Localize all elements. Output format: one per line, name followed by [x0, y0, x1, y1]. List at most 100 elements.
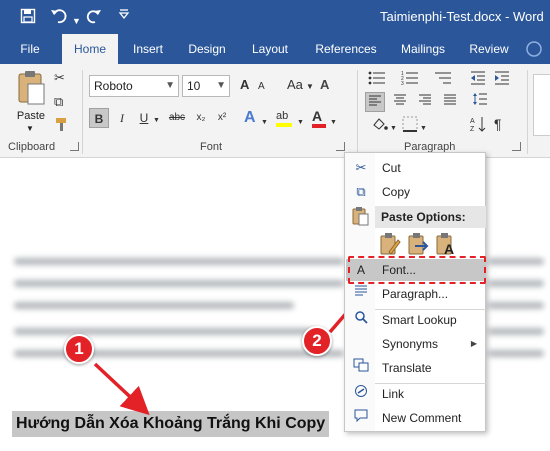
font-size-value: 10 [187, 79, 201, 93]
menu-item-synonyms-label: Synonyms [382, 337, 439, 351]
selected-heading-text[interactable]: Hướng Dẫn Xóa Khoảng Trắng Khi Copy [12, 411, 330, 437]
font-color-icon[interactable]: A [312, 108, 326, 128]
paragraph-launcher-icon[interactable] [512, 142, 521, 151]
show-formatting-icon[interactable]: ¶ [494, 116, 502, 132]
bullets-icon[interactable] [368, 70, 386, 90]
tab-design[interactable]: Design [180, 34, 234, 64]
font-size-select[interactable]: 10 ▼ [182, 75, 230, 97]
justify-button[interactable] [440, 92, 460, 112]
tab-more[interactable] [518, 34, 550, 64]
menu-item-synonyms[interactable]: Synonyms ▶ [346, 333, 485, 355]
borders-icon[interactable] [402, 116, 418, 136]
menu-item-smart-lookup-label: Smart Lookup [382, 313, 457, 327]
menu-item-copy-label: Copy [382, 185, 411, 199]
blurred-text-line [14, 280, 344, 287]
tab-file[interactable]: File [10, 34, 50, 64]
superscript-button[interactable]: x² [212, 108, 232, 128]
paste-merge-formatting-icon[interactable] [407, 232, 429, 256]
numbering-icon[interactable]: 123 [401, 70, 419, 90]
styles-gallery[interactable] [533, 74, 550, 136]
menu-item-link[interactable]: Link [346, 383, 485, 405]
paste-options-icon [351, 206, 369, 228]
paste-button[interactable]: Paste ▼ [14, 70, 48, 136]
sort-icon[interactable]: AZ [470, 116, 488, 136]
menu-item-smart-lookup[interactable]: Smart Lookup [346, 309, 485, 331]
blurred-text-line [488, 350, 544, 357]
paste-options-header: Paste Options: [375, 206, 486, 228]
menu-item-translate[interactable]: Translate [346, 357, 485, 379]
align-right-button[interactable] [415, 92, 435, 112]
paste-icon [18, 71, 45, 105]
tab-insert[interactable]: Insert [126, 34, 170, 64]
paste-keep-text-only-icon[interactable]: A [435, 232, 457, 257]
svg-text:3: 3 [401, 81, 404, 86]
highlight-icon[interactable]: ab [276, 108, 292, 127]
menu-item-translate-label: Translate [382, 361, 432, 375]
context-menu: ✂ Cut ⧉ Copy Paste Options: A A Font... … [344, 152, 486, 432]
copy-icon[interactable]: ⧉ [54, 94, 63, 110]
menu-item-paragraph[interactable]: Paragraph... [346, 283, 485, 305]
submenu-arrow-icon: ▶ [470, 339, 477, 348]
grow-font-icon[interactable]: A [240, 77, 249, 93]
tab-references[interactable]: References [306, 34, 386, 64]
chevron-down-icon: ▼ [306, 82, 314, 91]
menu-item-cut[interactable]: ✂ Cut [346, 157, 485, 179]
strikethrough-button[interactable]: abc [165, 108, 189, 128]
menu-item-new-comment-label: New Comment [382, 411, 462, 425]
align-center-button[interactable] [390, 92, 410, 112]
align-left-button[interactable] [365, 92, 385, 112]
menu-item-copy[interactable]: ⧉ Copy [346, 181, 485, 203]
font-name-select[interactable]: Roboto ▼ [89, 75, 179, 97]
blurred-text-line [14, 258, 344, 265]
paste-keep-source-formatting-icon[interactable] [379, 232, 401, 256]
tab-mailings[interactable]: Mailings [392, 34, 454, 64]
undo-icon[interactable] [50, 8, 70, 29]
font-launcher-icon[interactable] [336, 142, 345, 151]
multilevel-list-icon[interactable] [434, 70, 452, 90]
paragraph-icon [352, 283, 370, 305]
font-color-glyph: A [312, 108, 323, 124]
step-1-badge: 1 [64, 334, 94, 364]
highlight-swatch [276, 123, 292, 127]
tab-home[interactable]: Home [62, 34, 118, 65]
italic-button[interactable]: I [112, 108, 132, 128]
blurred-text-line [488, 328, 544, 335]
undo-dropdown-icon[interactable]: ▼ [72, 12, 81, 30]
translate-icon [352, 357, 370, 379]
line-spacing-button[interactable] [470, 92, 490, 112]
bold-button[interactable]: B [89, 108, 109, 128]
tab-layout[interactable]: Layout [244, 34, 296, 64]
decrease-indent-icon[interactable] [470, 70, 486, 90]
menu-item-new-comment[interactable]: New Comment [346, 407, 485, 429]
clipboard-launcher-icon[interactable] [70, 142, 79, 151]
divider [82, 70, 83, 154]
save-icon[interactable] [20, 8, 36, 29]
redo-icon[interactable] [86, 8, 102, 29]
ribbon-home: Paste ▼ ✂ ⧉ Clipboard Roboto ▼ 10 ▼ A A … [0, 64, 550, 158]
font-name-value: Roboto [94, 79, 133, 93]
clipboard-group-label: Clipboard [8, 141, 56, 153]
customize-toolbar-icon[interactable] [118, 8, 130, 27]
shading-icon[interactable] [371, 116, 389, 136]
chevron-down-icon: ▼ [297, 119, 304, 126]
font-color-swatch [312, 124, 326, 128]
document-title: Taimienphi-Test.docx - Word [380, 9, 544, 24]
increase-indent-icon[interactable] [494, 70, 510, 90]
chevron-down-icon: ▼ [420, 125, 427, 132]
change-case-icon[interactable]: Aa [287, 77, 303, 93]
clear-formatting-icon[interactable]: A [320, 77, 329, 93]
svg-text:A: A [470, 118, 475, 125]
tab-review[interactable]: Review [462, 34, 516, 64]
svg-text:Z: Z [470, 126, 475, 132]
blurred-text-line [488, 302, 544, 309]
chevron-down-icon: ▼ [390, 125, 397, 132]
cut-icon[interactable]: ✂ [54, 70, 65, 86]
subscript-button[interactable]: x₂ [191, 108, 211, 128]
chevron-down-icon: ▼ [330, 119, 337, 126]
underline-button[interactable]: U [134, 108, 154, 128]
format-painter-icon[interactable] [54, 116, 70, 136]
font-group-label: Font [200, 141, 223, 153]
shrink-font-icon[interactable]: A [258, 79, 265, 95]
text-effects-icon[interactable]: A [244, 110, 256, 126]
chevron-down-icon: ▼ [165, 80, 175, 91]
